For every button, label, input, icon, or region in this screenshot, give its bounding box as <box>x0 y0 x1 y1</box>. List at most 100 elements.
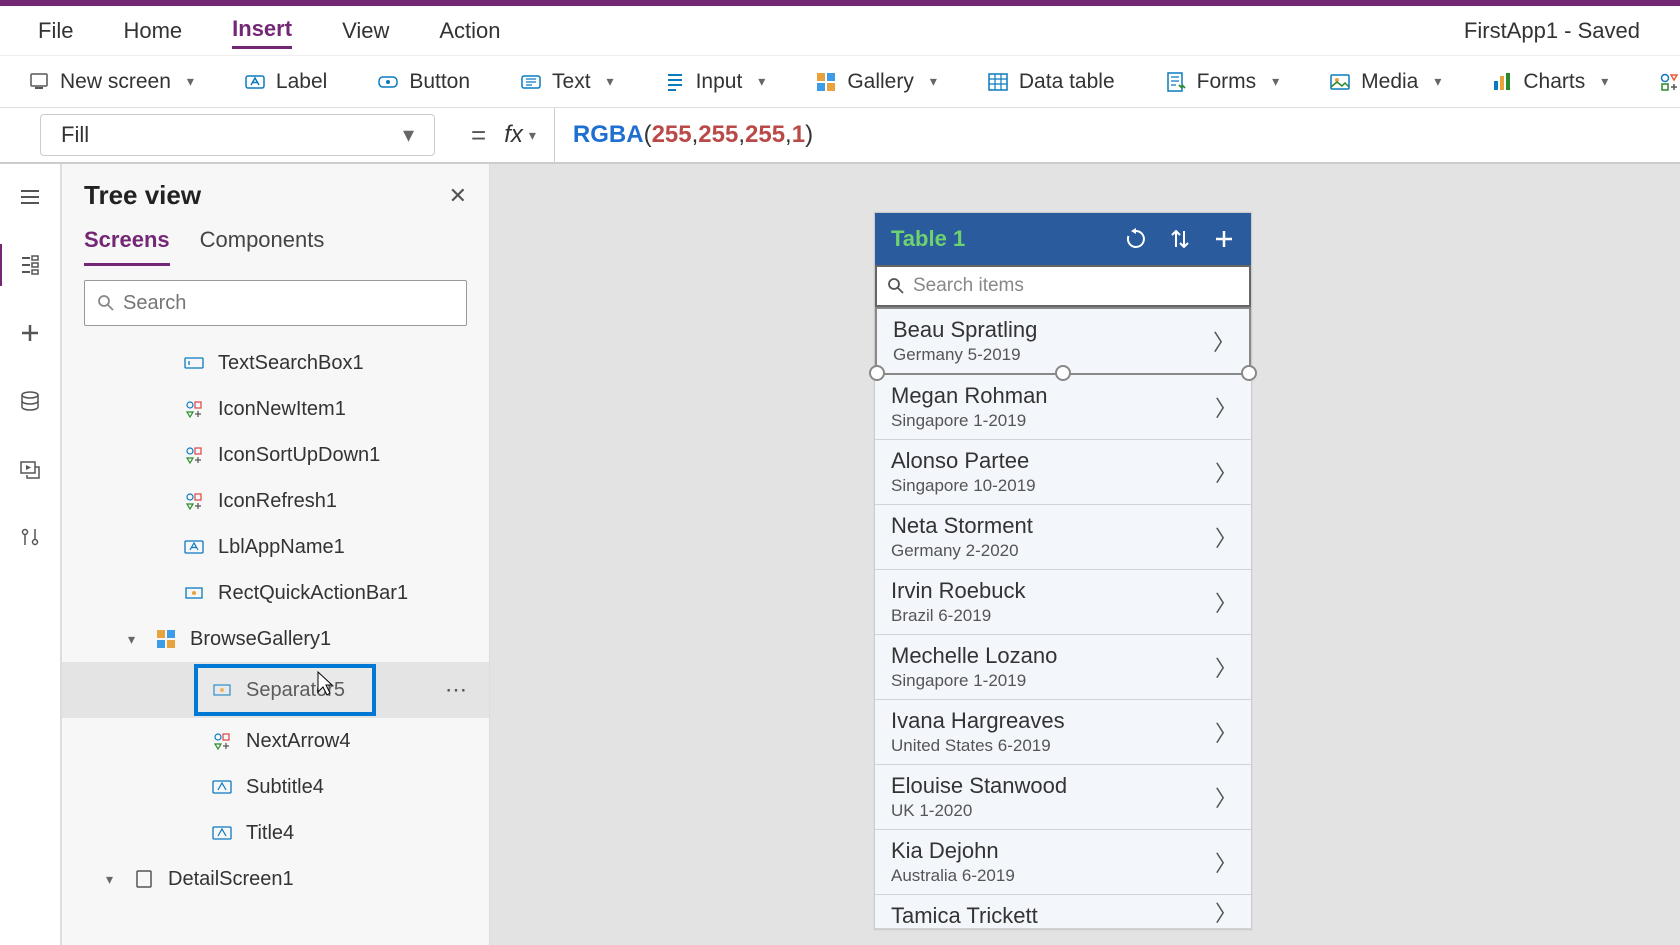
chevron-right-icon[interactable]: 〉 <box>1215 716 1237 748</box>
input-button[interactable]: Input ▾ <box>654 64 776 100</box>
list-item[interactable]: Tamica Trickett 〉 <box>875 895 1251 929</box>
formula-function: RGBA <box>573 121 644 149</box>
chevron-down-icon[interactable]: ▾ <box>128 631 135 648</box>
menu-view[interactable]: View <box>342 14 389 48</box>
tree-search[interactable] <box>84 280 467 326</box>
chevron-right-icon[interactable]: 〉 <box>1215 896 1237 928</box>
ribbon: New screen ▾ Label Button Text ▾ Input ▾… <box>0 56 1680 108</box>
media-button[interactable]: Media ▾ <box>1319 64 1451 100</box>
chevron-down-icon: ▾ <box>1272 73 1279 90</box>
label-label: Label <box>276 70 327 94</box>
fx-label[interactable]: fx <box>504 121 523 149</box>
row-sub: Germany 2-2020 <box>891 541 1235 561</box>
list-item[interactable]: Ivana Hargreaves United States 6-2019 〉 <box>875 700 1251 765</box>
row-name: Neta Storment <box>891 513 1235 539</box>
menu-insert[interactable]: Insert <box>232 12 292 49</box>
canvas[interactable]: Table 1 Search items Beau Spratling Germ… <box>490 164 1680 945</box>
tree-item-textsearchbox[interactable]: TextSearchBox1 <box>62 340 489 386</box>
forms-icon <box>1165 71 1187 93</box>
add-icon[interactable] <box>1213 228 1235 250</box>
insert-plus-icon[interactable] <box>15 318 45 348</box>
menu-action[interactable]: Action <box>439 14 500 48</box>
gallery-icon <box>815 71 837 93</box>
chevron-right-icon[interactable]: 〉 <box>1215 651 1237 683</box>
tree-item-iconsort[interactable]: IconSortUpDown1 <box>62 432 489 478</box>
gallery-label: Gallery <box>847 70 914 94</box>
textinput-icon <box>182 351 206 375</box>
tree-item-subtitle[interactable]: Subtitle4 <box>62 764 489 810</box>
data-icon[interactable] <box>15 386 45 416</box>
tree-search-input[interactable] <box>123 292 454 315</box>
forms-button[interactable]: Forms ▾ <box>1155 64 1290 100</box>
left-rail <box>0 164 62 945</box>
tree-view-icon[interactable] <box>15 250 45 280</box>
tab-components[interactable]: Components <box>200 227 325 266</box>
app-preview[interactable]: Table 1 Search items Beau Spratling Germ… <box>874 212 1252 930</box>
new-screen-button[interactable]: New screen ▾ <box>18 64 204 100</box>
button-icon <box>377 71 399 93</box>
tree-item-label: Title4 <box>246 822 294 845</box>
chevron-right-icon[interactable]: 〉 <box>1215 846 1237 878</box>
menu-home[interactable]: Home <box>123 14 182 48</box>
sort-icon[interactable] <box>1169 228 1191 250</box>
tree-item-browsegallery[interactable]: ▾ BrowseGallery1 <box>62 616 489 662</box>
chevron-right-icon[interactable]: 〉 <box>1213 325 1235 357</box>
charts-icon <box>1491 71 1513 93</box>
tree-view-title: Tree view <box>84 180 201 211</box>
preview-list: Beau Spratling Germany 5-2019 〉 Megan Ro… <box>875 307 1251 929</box>
gallery-icon <box>154 627 178 651</box>
preview-search[interactable]: Search items <box>875 265 1251 307</box>
table-icon <box>987 71 1009 93</box>
label-icon <box>244 71 266 93</box>
text-icon <box>520 71 542 93</box>
charts-button[interactable]: Charts ▾ <box>1481 64 1618 100</box>
list-item[interactable]: Beau Spratling Germany 5-2019 〉 <box>875 307 1251 375</box>
chevron-right-icon[interactable]: 〉 <box>1215 586 1237 618</box>
property-dropdown[interactable]: Fill ▾ <box>40 114 435 156</box>
media-rail-icon[interactable] <box>15 454 45 484</box>
refresh-icon[interactable] <box>1125 228 1147 250</box>
chevron-down-icon: ▾ <box>607 73 614 90</box>
tree-item-rectqab[interactable]: RectQuickActionBar1 <box>62 570 489 616</box>
tab-screens[interactable]: Screens <box>84 227 170 266</box>
tree-item-detailscreen[interactable]: ▾ DetailScreen1 <box>62 856 489 902</box>
tree-item-separator[interactable]: Separator5 ⋯ <box>62 662 489 718</box>
menu-file[interactable]: File <box>38 14 73 48</box>
hamburger-icon[interactable] <box>15 182 45 212</box>
chevron-right-icon[interactable]: 〉 <box>1215 521 1237 553</box>
chevron-right-icon[interactable]: 〉 <box>1215 781 1237 813</box>
list-item[interactable]: Megan Rohman Singapore 1-2019 〉 <box>875 375 1251 440</box>
more-icon[interactable]: ⋯ <box>445 677 469 703</box>
equals-sign: = <box>471 120 486 151</box>
data-table-button[interactable]: Data table <box>977 64 1125 100</box>
gallery-button[interactable]: Gallery ▾ <box>805 64 947 100</box>
icon-control-icon <box>182 489 206 513</box>
text-button[interactable]: Text ▾ <box>510 64 624 100</box>
label-icon <box>210 821 234 845</box>
close-icon[interactable]: ✕ <box>449 183 467 209</box>
list-item[interactable]: Mechelle Lozano Singapore 1-2019 〉 <box>875 635 1251 700</box>
chevron-right-icon[interactable]: 〉 <box>1215 391 1237 423</box>
list-item[interactable]: Kia Dejohn Australia 6-2019 〉 <box>875 830 1251 895</box>
button-button[interactable]: Button <box>367 64 480 100</box>
tree-item-iconnewitem[interactable]: IconNewItem1 <box>62 386 489 432</box>
list-item[interactable]: Elouise Stanwood UK 1-2020 〉 <box>875 765 1251 830</box>
advanced-tools-icon[interactable] <box>15 522 45 552</box>
chevron-right-icon[interactable]: 〉 <box>1215 456 1237 488</box>
app-title: FirstApp1 - Saved <box>1464 18 1642 44</box>
list-item[interactable]: Neta Storment Germany 2-2020 〉 <box>875 505 1251 570</box>
list-item[interactable]: Alonso Partee Singapore 10-2019 〉 <box>875 440 1251 505</box>
list-item[interactable]: Irvin Roebuck Brazil 6-2019 〉 <box>875 570 1251 635</box>
icons-button[interactable]: Icons ▾ <box>1648 64 1680 100</box>
tree-item-lblappname[interactable]: LblAppName1 <box>62 524 489 570</box>
label-button[interactable]: Label <box>234 64 337 100</box>
chevron-down-icon[interactable]: ▾ <box>106 871 113 888</box>
row-sub: Singapore 1-2019 <box>891 411 1235 431</box>
tree-item-label: Separator5 <box>246 679 345 702</box>
formula-input[interactable]: RGBA(255, 255, 255, 1) <box>554 108 1680 162</box>
row-sub: Brazil 6-2019 <box>891 606 1235 626</box>
tree-item-nextarrow[interactable]: NextArrow4 <box>62 718 489 764</box>
tree-list: TextSearchBox1 IconNewItem1 IconSortUpDo… <box>62 340 489 945</box>
tree-item-iconrefresh[interactable]: IconRefresh1 <box>62 478 489 524</box>
tree-item-title[interactable]: Title4 <box>62 810 489 856</box>
